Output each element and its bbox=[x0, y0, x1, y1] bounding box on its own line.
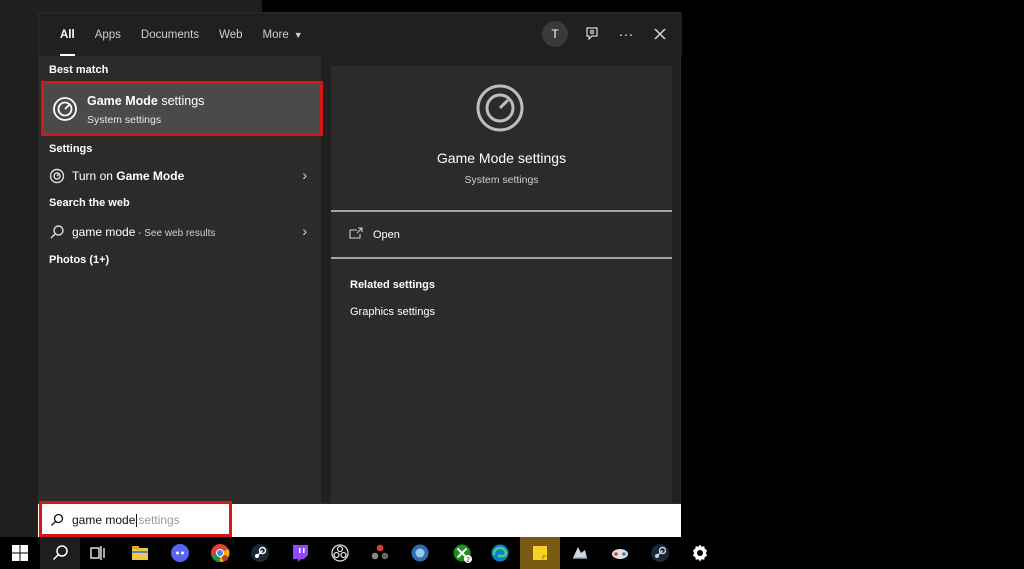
preview-title: Game Mode settings bbox=[436, 150, 567, 166]
task-view-icon[interactable] bbox=[78, 537, 118, 569]
settings-gear-icon[interactable] bbox=[680, 537, 720, 569]
windows-start-icon[interactable] bbox=[0, 537, 40, 569]
gauge-icon bbox=[53, 97, 77, 121]
chevron-right-icon: › bbox=[302, 223, 307, 239]
file-explorer-icon[interactable] bbox=[120, 537, 160, 569]
gauge-small-icon bbox=[49, 168, 65, 184]
settings-result-turn-on-game-mode[interactable]: Turn on Game Mode › bbox=[39, 163, 321, 189]
open-label: Open bbox=[373, 229, 400, 241]
caret-down-icon: ▼ bbox=[293, 29, 303, 40]
more-options-icon[interactable]: ··· bbox=[616, 21, 636, 47]
tab-all[interactable]: All bbox=[50, 13, 85, 56]
best-match-subtitle: System settings bbox=[87, 114, 162, 126]
settings-result-label: Turn on Game Mode bbox=[72, 169, 185, 183]
section-photos[interactable]: Photos (1+) bbox=[49, 254, 109, 266]
best-match-result[interactable]: Game Mode settings System settings bbox=[41, 81, 323, 136]
web-result-label: game mode - See web results bbox=[72, 225, 216, 239]
taskbar: 2 bbox=[0, 537, 1024, 569]
davinci-icon[interactable] bbox=[360, 537, 400, 569]
graphics-settings-link[interactable]: Graphics settings bbox=[350, 306, 435, 318]
top-actions: T ··· bbox=[542, 21, 670, 47]
app-gray-icon[interactable] bbox=[560, 537, 600, 569]
svg-text:2: 2 bbox=[466, 557, 470, 563]
xbox-icon[interactable]: 2 bbox=[442, 537, 482, 569]
search-window: All Apps Documents Web More ▼ T ··· Best … bbox=[38, 12, 682, 504]
section-search-web: Search the web bbox=[49, 197, 130, 209]
tab-documents[interactable]: Documents bbox=[131, 13, 209, 56]
best-match-title: Game Mode settings bbox=[87, 94, 205, 108]
tab-more[interactable]: More ▼ bbox=[253, 13, 313, 56]
twitch-icon[interactable] bbox=[280, 537, 320, 569]
feedback-icon[interactable] bbox=[582, 21, 602, 47]
web-result-game-mode[interactable]: game mode - See web results › bbox=[39, 219, 321, 245]
chrome-icon[interactable] bbox=[200, 537, 240, 569]
related-settings-heading: Related settings bbox=[350, 279, 435, 291]
section-best-match: Best match bbox=[49, 64, 109, 76]
steam-2-icon[interactable] bbox=[640, 537, 680, 569]
sticky-notes-icon[interactable] bbox=[520, 537, 560, 569]
tab-web[interactable]: Web bbox=[209, 13, 252, 56]
results-pane: Best match Game Mode settings System set… bbox=[39, 56, 323, 504]
open-action[interactable]: Open bbox=[331, 212, 672, 258]
search-topbar: All Apps Documents Web More ▼ T ··· bbox=[39, 13, 682, 56]
close-icon[interactable] bbox=[650, 21, 670, 47]
app-blue-icon[interactable] bbox=[400, 537, 440, 569]
search-tabs: All Apps Documents Web More ▼ bbox=[50, 13, 313, 56]
preview-pane: Game Mode settings System settings Open … bbox=[331, 66, 672, 503]
steam-icon[interactable] bbox=[240, 537, 280, 569]
section-settings: Settings bbox=[49, 143, 93, 155]
gauge-large-icon bbox=[476, 84, 524, 132]
search-icon[interactable] bbox=[40, 537, 80, 569]
chevron-right-icon: › bbox=[302, 167, 307, 183]
search-icon bbox=[50, 225, 64, 239]
preview-subtitle: System settings bbox=[464, 174, 539, 186]
edge-icon[interactable] bbox=[480, 537, 520, 569]
tab-apps[interactable]: Apps bbox=[85, 13, 131, 56]
game-app-icon[interactable] bbox=[600, 537, 640, 569]
obs-icon[interactable] bbox=[320, 537, 360, 569]
divider bbox=[331, 257, 672, 259]
search-box-highlight bbox=[39, 501, 232, 537]
open-icon bbox=[349, 227, 363, 239]
discord-icon[interactable] bbox=[160, 537, 200, 569]
account-avatar[interactable]: T bbox=[542, 21, 568, 47]
